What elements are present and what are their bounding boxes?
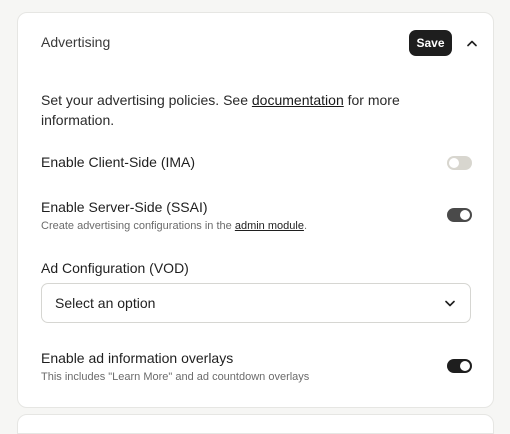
client-side-label: Enable Client-Side (IMA) bbox=[41, 154, 196, 170]
server-side-toggle[interactable] bbox=[447, 208, 472, 222]
server-side-help: Create advertising configurations in the… bbox=[41, 220, 307, 232]
overlays-label: Enable ad information overlays bbox=[41, 350, 234, 366]
overlays-toggle[interactable] bbox=[447, 359, 472, 373]
toggle-knob bbox=[460, 361, 470, 371]
select-value: Select an option bbox=[55, 295, 156, 311]
overlays-help: This includes "Learn More" and ad countd… bbox=[41, 371, 310, 383]
section-header[interactable]: Advertising Save bbox=[18, 13, 493, 73]
ad-configuration-select[interactable]: Select an option bbox=[41, 283, 471, 323]
ad-configuration-label: Ad Configuration (VOD) bbox=[41, 260, 189, 276]
next-section-card bbox=[17, 414, 494, 434]
advertising-section: Advertising Save Set your advertising po… bbox=[17, 12, 494, 408]
save-button[interactable]: Save bbox=[409, 30, 452, 56]
admin-module-link[interactable]: admin module bbox=[235, 220, 304, 232]
chevron-down-icon bbox=[443, 296, 457, 310]
intro-text: Set your advertising policies. See docum… bbox=[41, 92, 400, 128]
chevron-up-icon[interactable] bbox=[464, 35, 480, 51]
server-side-label: Enable Server-Side (SSAI) bbox=[41, 199, 208, 215]
section-title: Advertising bbox=[41, 34, 111, 50]
client-side-toggle[interactable] bbox=[447, 156, 472, 170]
documentation-link[interactable]: documentation bbox=[252, 92, 344, 108]
toggle-knob bbox=[449, 158, 459, 168]
toggle-knob bbox=[460, 210, 470, 220]
